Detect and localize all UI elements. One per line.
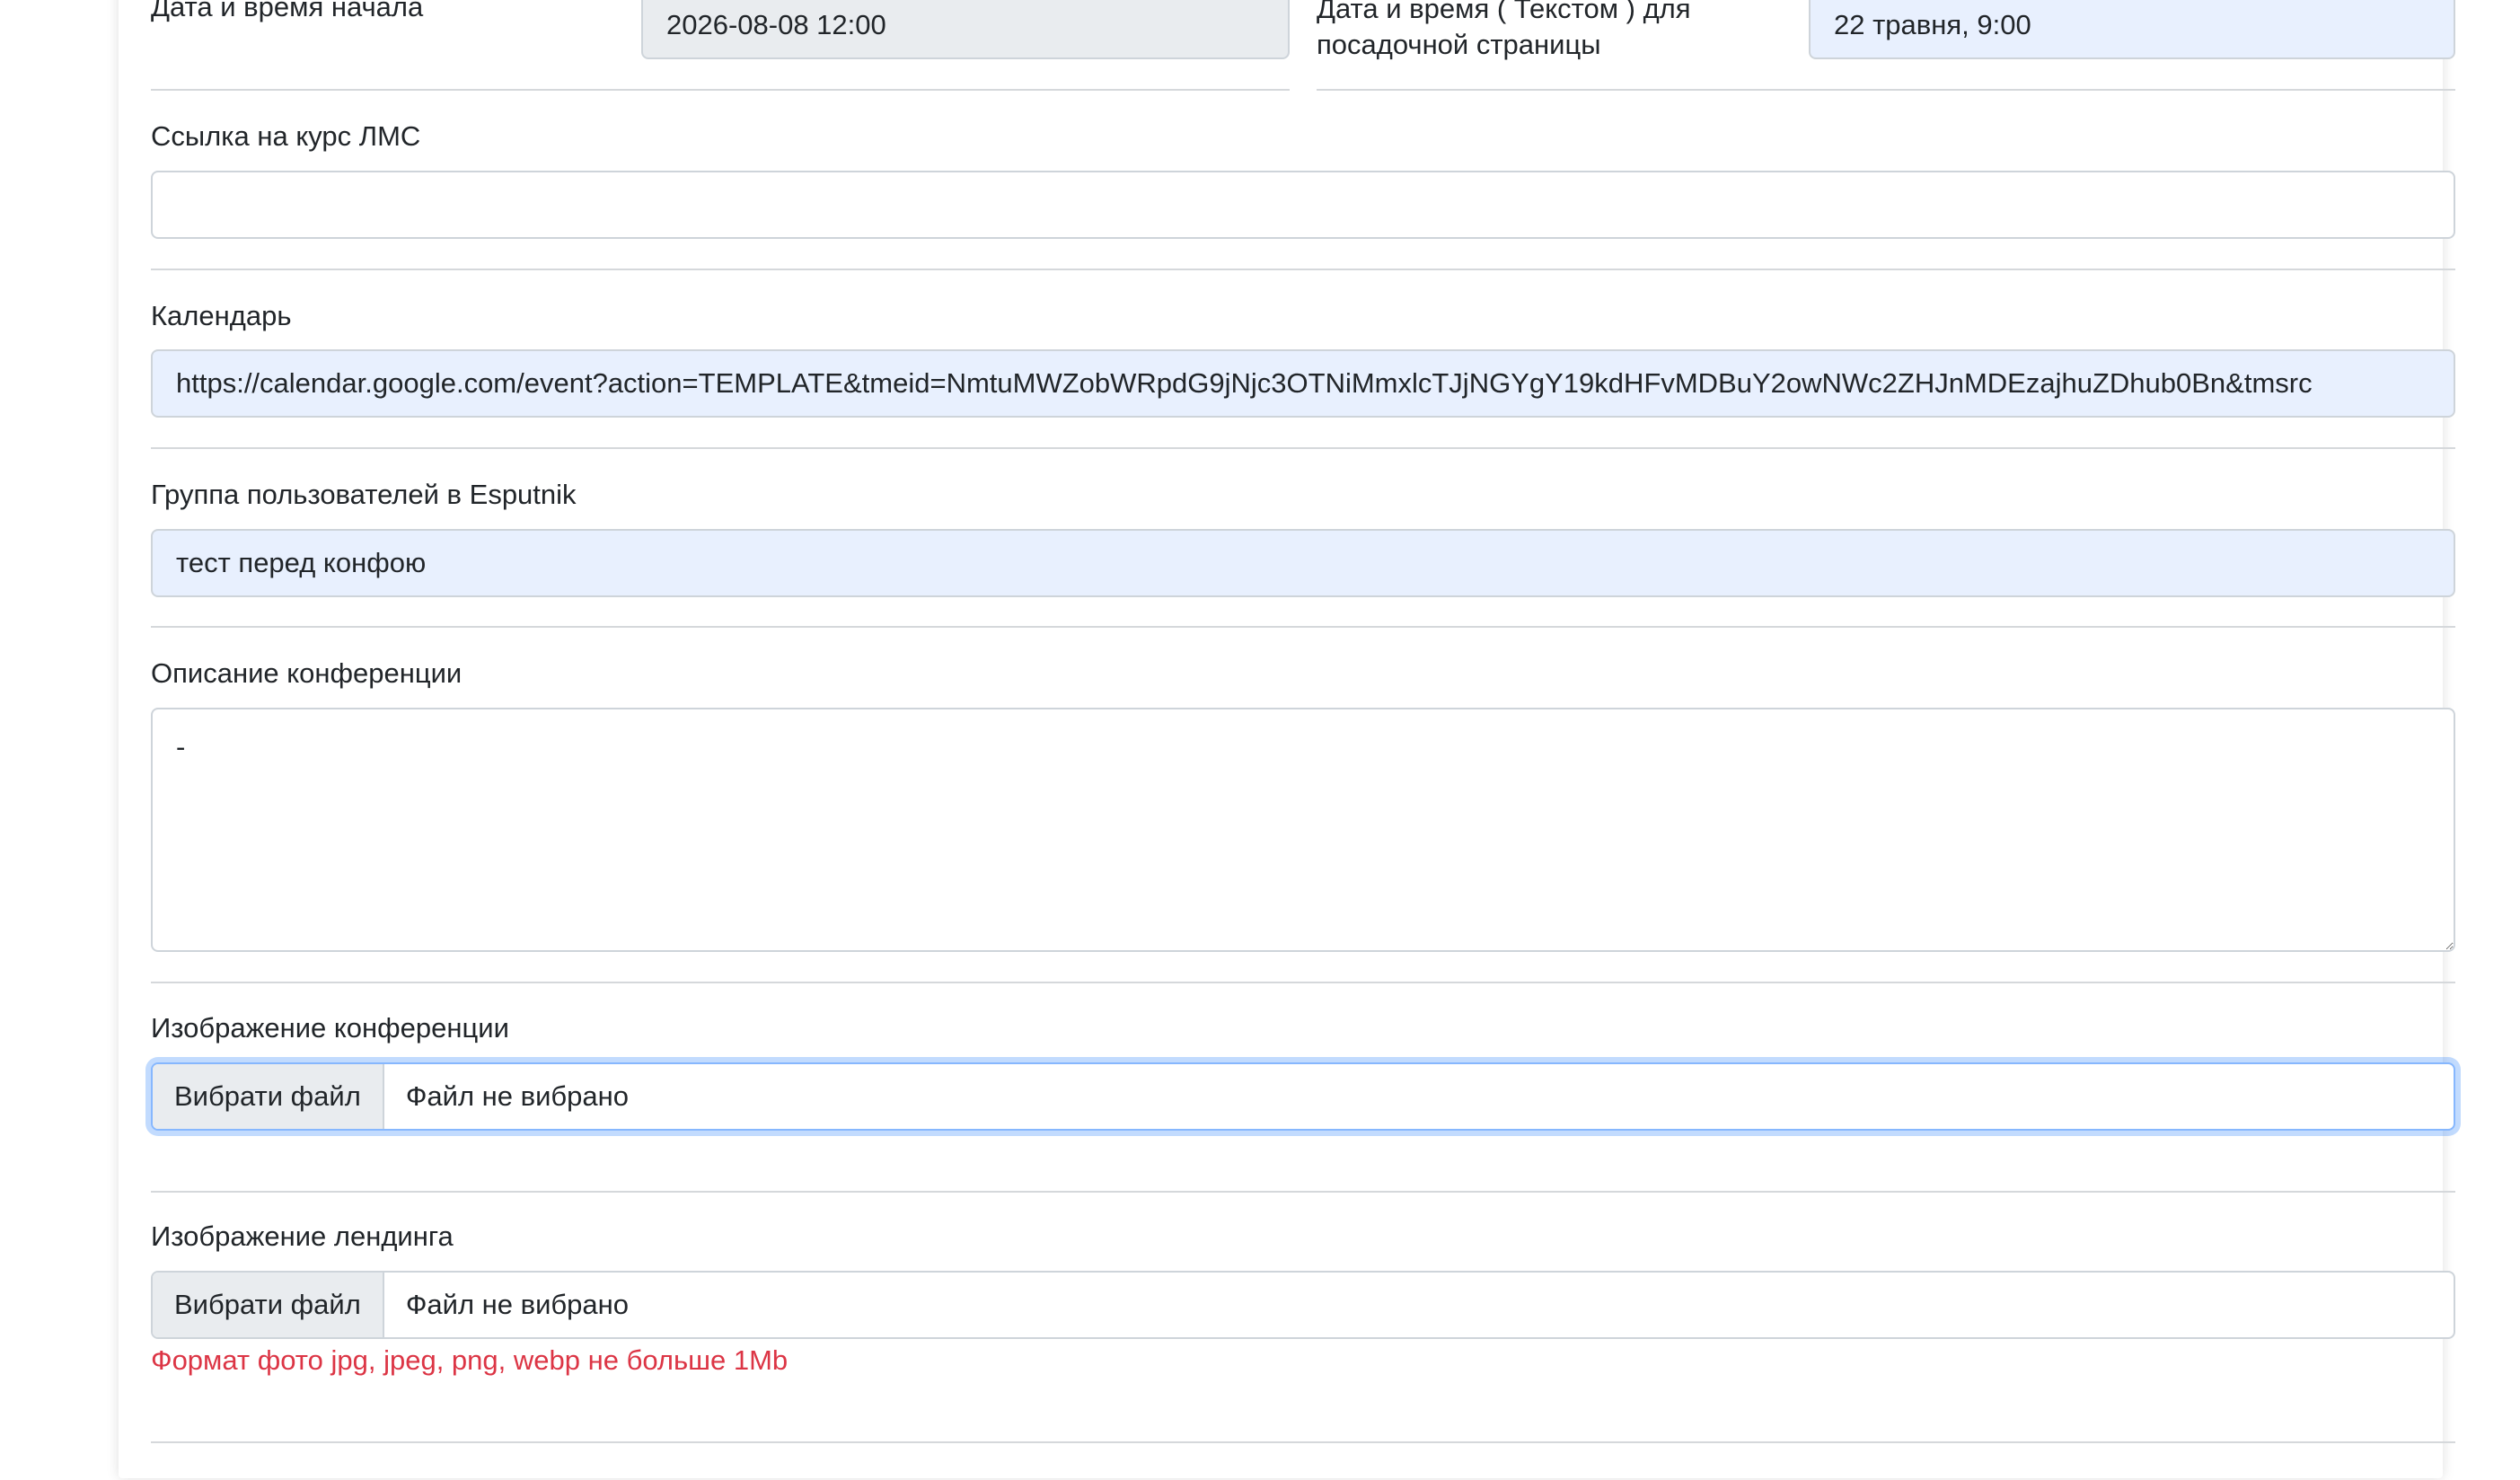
divider [151,89,1290,91]
divider [151,447,2455,449]
file-status: Файл не вибрано [405,1289,630,1320]
divider [151,269,2455,270]
divider [151,1191,2455,1193]
conference-image-label: Изображение конференции [151,1012,509,1044]
calendar-input[interactable]: https://calendar.google.com/event?action… [151,349,2455,418]
start-datetime-label: Дата и время начала [151,0,424,22]
landing-image-label: Изображение лендинга [151,1220,454,1252]
esputnik-group-input[interactable]: тест перед конфою [151,529,2455,597]
calendar-label: Календарь [151,300,292,331]
conference-image-file-input[interactable]: Вибрати файл Файл не вибрано [151,1062,2455,1131]
choose-file-button[interactable]: Вибрати файл [153,1064,384,1129]
choose-file-button[interactable]: Вибрати файл [153,1273,384,1337]
description-textarea[interactable]: - [151,708,2455,952]
landing-datetime-label: Дата и время ( Текстом ) для посадочной … [1317,0,1691,60]
divider [151,626,2455,628]
lms-link-input[interactable] [151,171,2455,239]
start-datetime-field[interactable]: 2026-08-08 12:00 [641,0,1290,59]
landing-image-file-input[interactable]: Вибрати файл Файл не вибрано [151,1271,2455,1339]
divider [1317,89,2455,91]
lms-link-label: Ссылка на курс ЛМС [151,120,421,152]
divider [151,982,2455,983]
esputnik-group-label: Группа пользователей в Esputnik [151,479,577,510]
landing-datetime-field[interactable]: 22 травня, 9:00 [1809,0,2455,59]
file-status: Файл не вибрано [405,1080,630,1112]
description-label: Описание конференции [151,657,463,689]
image-format-hint: Формат фото jpg, jpeg, png, webp не боль… [151,1344,789,1376]
divider [151,1441,2455,1443]
